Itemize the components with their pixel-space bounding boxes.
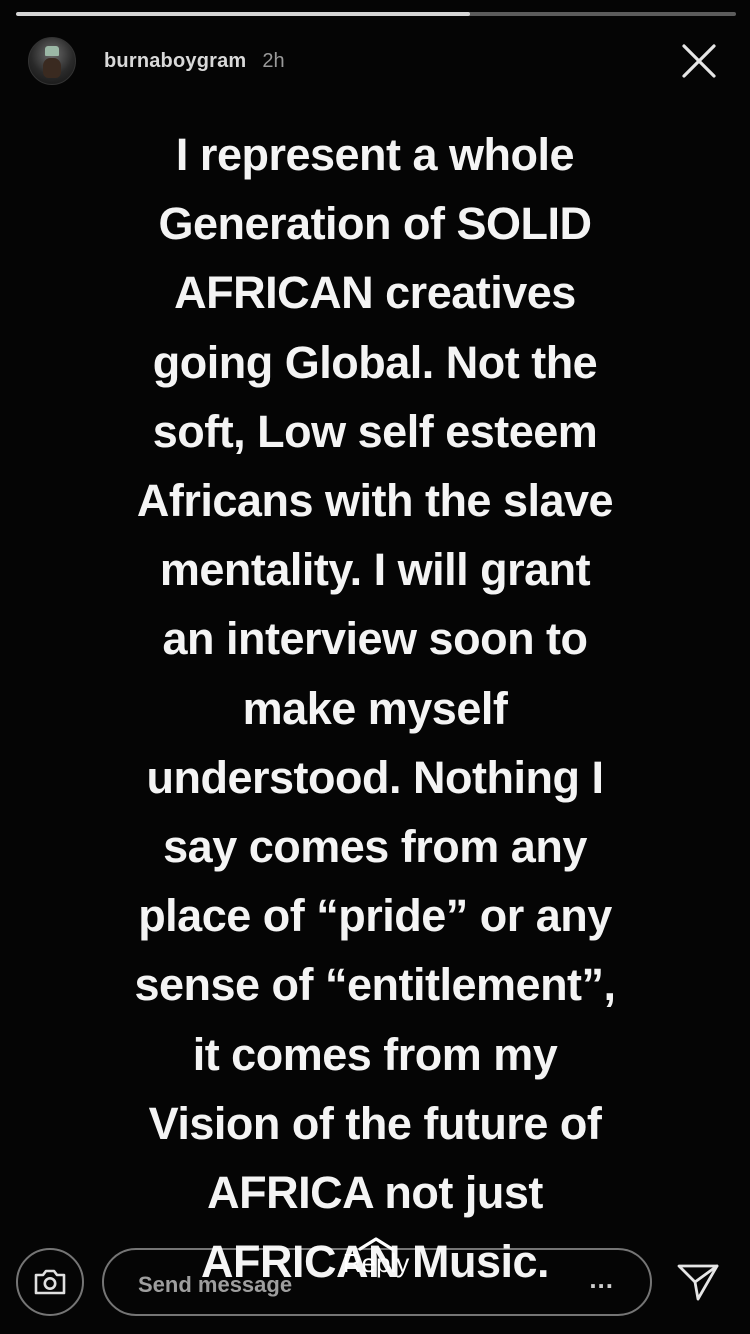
story-text-line: Vision of the future of xyxy=(148,1097,602,1149)
avatar[interactable] xyxy=(28,37,76,85)
story-text-line: AFRICA not just xyxy=(207,1167,543,1219)
send-icon xyxy=(677,1264,719,1301)
story-progress-fill xyxy=(16,12,470,16)
camera-button[interactable] xyxy=(16,1248,84,1316)
story-progress-bar xyxy=(16,12,736,16)
story-text-line: understood. Nothing I xyxy=(146,751,604,803)
story-text-line: place of “pride” or any xyxy=(138,890,612,942)
story-text-line: sense of “entitlement”, xyxy=(134,959,616,1011)
story-text-line: Africans with the slave xyxy=(136,475,614,527)
story-text-line: going Global. Not the xyxy=(152,336,598,388)
post-time: 2h xyxy=(262,49,285,72)
camera-icon xyxy=(34,1269,66,1295)
close-button[interactable] xyxy=(678,40,720,82)
story-text-line: soft, Low self esteem xyxy=(152,405,598,457)
story-text-line: Generation of SOLID xyxy=(158,198,592,250)
story-text-line: I represent a whole xyxy=(175,129,575,180)
story-text: I represent a whole Generation of SOLID AF… xyxy=(30,120,720,1296)
reply-label: Reply xyxy=(342,1248,410,1278)
story-viewer: burnaboygram 2h I represent a whole Gener… xyxy=(0,0,750,1334)
story-text-line: mentality. I will grant xyxy=(159,544,591,596)
story-text-line: an interview soon to xyxy=(162,613,588,665)
close-icon xyxy=(682,44,716,78)
story-header: burnaboygram 2h xyxy=(28,32,734,90)
swipe-up-reply[interactable]: Reply xyxy=(326,1236,426,1279)
more-options-button[interactable]: ... xyxy=(589,1264,614,1295)
story-text-line: it comes from my xyxy=(192,1028,558,1080)
story-text-line: say comes from any xyxy=(163,821,587,873)
story-text-line: make myself xyxy=(242,682,508,734)
story-text-line: AFRICAN creatives xyxy=(174,267,576,319)
send-button[interactable] xyxy=(674,1258,722,1306)
username[interactable]: burnaboygram xyxy=(104,50,246,73)
story-footer: Send message ... Reply xyxy=(0,1236,750,1334)
send-message-placeholder: Send message xyxy=(138,1272,293,1297)
